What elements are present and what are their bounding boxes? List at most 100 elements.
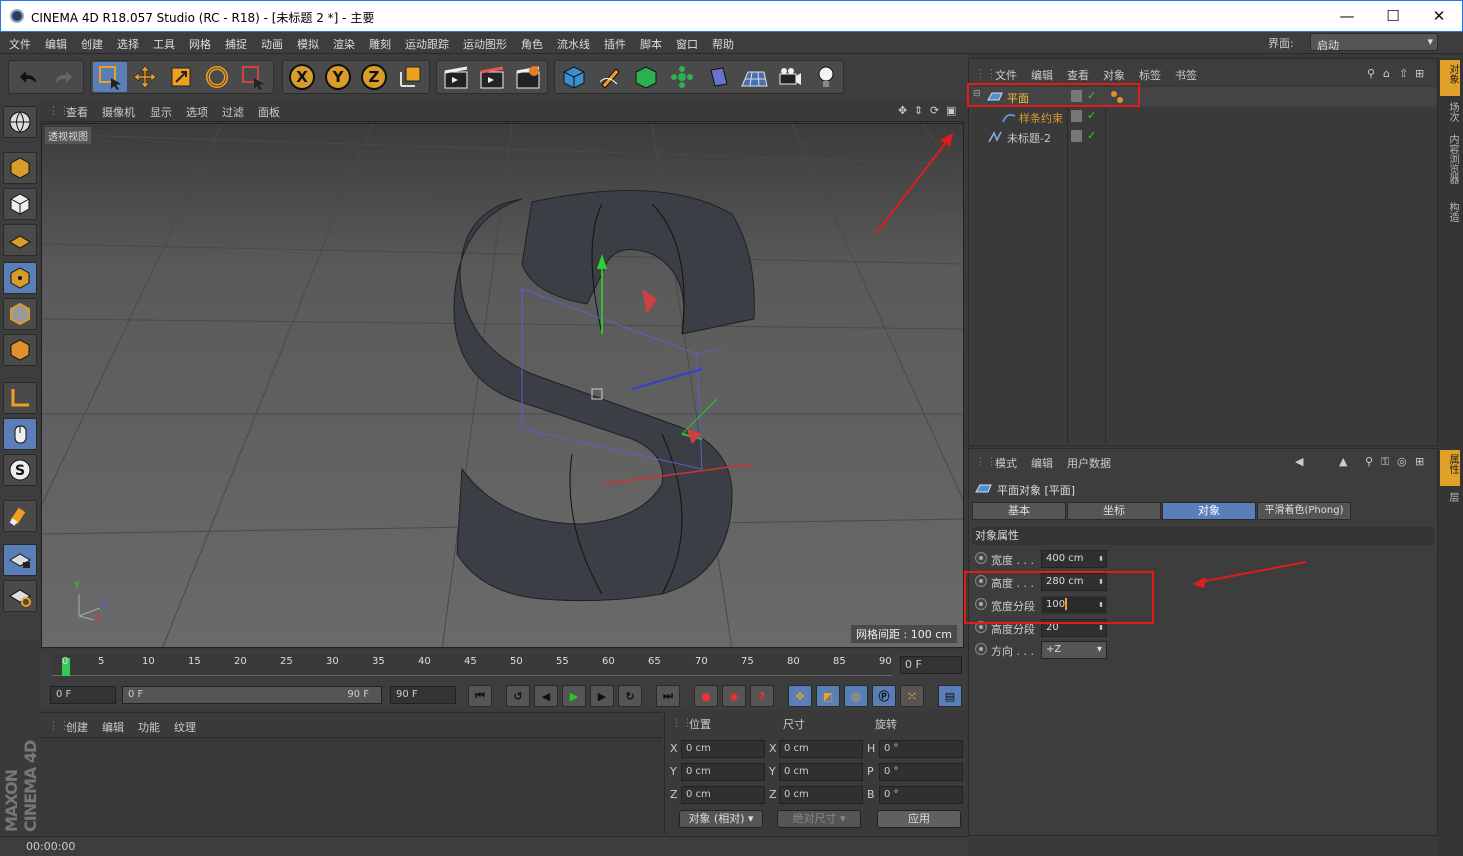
axis-mode-button[interactable]	[3, 382, 37, 414]
object-row-spline-constraint[interactable]: 样条约束 ✓	[971, 107, 1437, 127]
menu-window[interactable]: 窗口	[676, 36, 698, 52]
camera-button[interactable]	[773, 62, 807, 92]
workplane-align-button[interactable]	[3, 580, 37, 612]
end-frame-field[interactable]: 90 F	[390, 686, 456, 704]
viewport-dolly-icon[interactable]: ⇕	[914, 104, 923, 117]
enabled-check-icon[interactable]: ✓	[1087, 129, 1096, 142]
material-list[interactable]	[40, 737, 662, 835]
model-mode-button[interactable]	[3, 152, 37, 184]
previous-key-button[interactable]: ↺	[506, 685, 530, 707]
animate-radio[interactable]	[975, 643, 987, 655]
cube-button[interactable]	[557, 62, 591, 92]
menu-help[interactable]: 帮助	[712, 36, 734, 52]
obj-menu-bookmarks[interactable]: 书签	[1175, 67, 1197, 83]
up-icon[interactable]: ⇧	[1399, 67, 1408, 80]
side-tab-takes[interactable]: 场次	[1440, 98, 1460, 128]
material-menu-create[interactable]: 创建	[66, 719, 88, 735]
current-frame-field[interactable]: 0 F	[900, 656, 962, 674]
render-to-picture-viewer-button[interactable]	[475, 62, 509, 92]
redo-button[interactable]	[47, 62, 81, 92]
render-view-button[interactable]	[439, 62, 473, 92]
next-key-button[interactable]: ↻	[618, 685, 642, 707]
undo-button[interactable]	[11, 62, 45, 92]
rotate-button[interactable]	[200, 62, 234, 92]
obj-menu-edit[interactable]: 编辑	[1031, 67, 1053, 83]
size-x-field[interactable]: 0 cm	[779, 740, 863, 758]
orientation-select[interactable]: +Z ▾	[1041, 641, 1107, 659]
scale-button[interactable]	[164, 62, 198, 92]
y-axis-lock-button[interactable]: Y	[321, 62, 355, 92]
menu-plugins[interactable]: 插件	[604, 36, 626, 52]
obj-menu-tags[interactable]: 标签	[1139, 67, 1161, 83]
preview-range-slider[interactable]: 0 F 90 F	[122, 686, 382, 704]
key-rotation-button[interactable]: ◎	[844, 685, 868, 707]
key-position-button[interactable]: ✥	[788, 685, 812, 707]
viewport-menu-display[interactable]: 显示	[150, 104, 172, 120]
edges-mode-button[interactable]	[3, 298, 37, 330]
next-frame-button[interactable]: ▶	[590, 685, 614, 707]
workplane-mode-button[interactable]	[3, 224, 37, 256]
play-button[interactable]: ▶	[562, 685, 586, 707]
perspective-viewport[interactable]: 透视视图 Y Z X 网格间距 : 100 cm	[41, 123, 964, 648]
go-to-end-button[interactable]: ⏭	[656, 685, 680, 707]
side-tab-attributes[interactable]: 属性	[1440, 450, 1460, 486]
menu-mograph[interactable]: 运动图形	[463, 36, 507, 52]
obj-menu-file[interactable]: 文件	[995, 67, 1017, 83]
coordinate-system-button[interactable]	[393, 62, 427, 92]
viewport-maximize-icon[interactable]: ▣	[946, 104, 956, 117]
subdivision-surface-button[interactable]	[629, 62, 663, 92]
apply-button[interactable]: 应用	[877, 810, 961, 828]
snap-button[interactable]: S	[3, 454, 37, 486]
up-arrow-icon[interactable]: ▲	[1339, 455, 1347, 468]
floor-button[interactable]	[737, 62, 771, 92]
key-parameter-button[interactable]: Ⓟ	[872, 685, 896, 707]
menu-motion-tracking[interactable]: 运动跟踪	[405, 36, 449, 52]
search-icon[interactable]: ⚲	[1367, 67, 1375, 80]
live-selection-button[interactable]	[93, 62, 127, 92]
menu-mesh[interactable]: 网格	[189, 36, 211, 52]
enabled-check-icon[interactable]: ✓	[1087, 109, 1096, 122]
menu-simulate[interactable]: 模拟	[297, 36, 319, 52]
new-window-icon[interactable]: ⊞	[1415, 67, 1424, 80]
key-pla-button[interactable]: ⁙	[900, 685, 924, 707]
keyframe-selection-button[interactable]: ?	[750, 685, 774, 707]
move-button[interactable]	[128, 62, 162, 92]
z-axis-lock-button[interactable]: Z	[357, 62, 391, 92]
side-tab-content-browser[interactable]: 内容浏览器	[1440, 130, 1460, 196]
side-tab-objects[interactable]: 对象	[1440, 60, 1460, 96]
menu-snap[interactable]: 捕捉	[225, 36, 247, 52]
animate-radio[interactable]	[975, 552, 987, 564]
material-menu-texture[interactable]: 纹理	[174, 719, 196, 735]
viewport-menu-camera[interactable]: 摄像机	[102, 104, 135, 120]
size-z-field[interactable]: 0 cm	[779, 786, 863, 804]
autokey-button[interactable]: ◉	[722, 685, 746, 707]
deformer-button[interactable]	[701, 62, 735, 92]
menu-sculpt[interactable]: 雕刻	[369, 36, 391, 52]
recent-tool-button[interactable]	[236, 62, 270, 92]
size-mode-select[interactable]: 绝对尺寸 ▾	[777, 810, 861, 828]
viewport-menu-panel[interactable]: 面板	[258, 104, 280, 120]
workplane-lock-button[interactable]	[3, 544, 37, 576]
start-frame-field[interactable]: 0 F	[50, 686, 116, 704]
menu-render[interactable]: 渲染	[333, 36, 355, 52]
menu-select[interactable]: 选择	[117, 36, 139, 52]
material-menu-edit[interactable]: 编辑	[102, 719, 124, 735]
render-settings-button[interactable]	[511, 62, 545, 92]
menu-file[interactable]: 文件	[9, 36, 31, 52]
tab-coordinates[interactable]: 坐标	[1067, 502, 1161, 520]
close-button[interactable]: ✕	[1416, 1, 1462, 31]
obj-menu-view[interactable]: 查看	[1067, 67, 1089, 83]
viewport-rotate-icon[interactable]: ⟳	[930, 104, 939, 117]
tab-phong[interactable]: 平滑着色(Phong)	[1257, 502, 1351, 520]
viewport-menu-view[interactable]: 查看	[66, 104, 88, 120]
pen-button[interactable]	[593, 62, 627, 92]
menu-animate[interactable]: 动画	[261, 36, 283, 52]
target-icon[interactable]: ◎	[1397, 455, 1407, 468]
menu-script[interactable]: 脚本	[640, 36, 662, 52]
go-to-start-button[interactable]: ⏮	[468, 685, 492, 707]
menu-edit[interactable]: 编辑	[45, 36, 67, 52]
side-tab-layers[interactable]: 层	[1440, 488, 1460, 508]
menu-create[interactable]: 创建	[81, 36, 103, 52]
width-field[interactable]: 400 cm ⬍	[1041, 550, 1107, 568]
attr-menu-user-data[interactable]: 用户数据	[1067, 455, 1111, 471]
